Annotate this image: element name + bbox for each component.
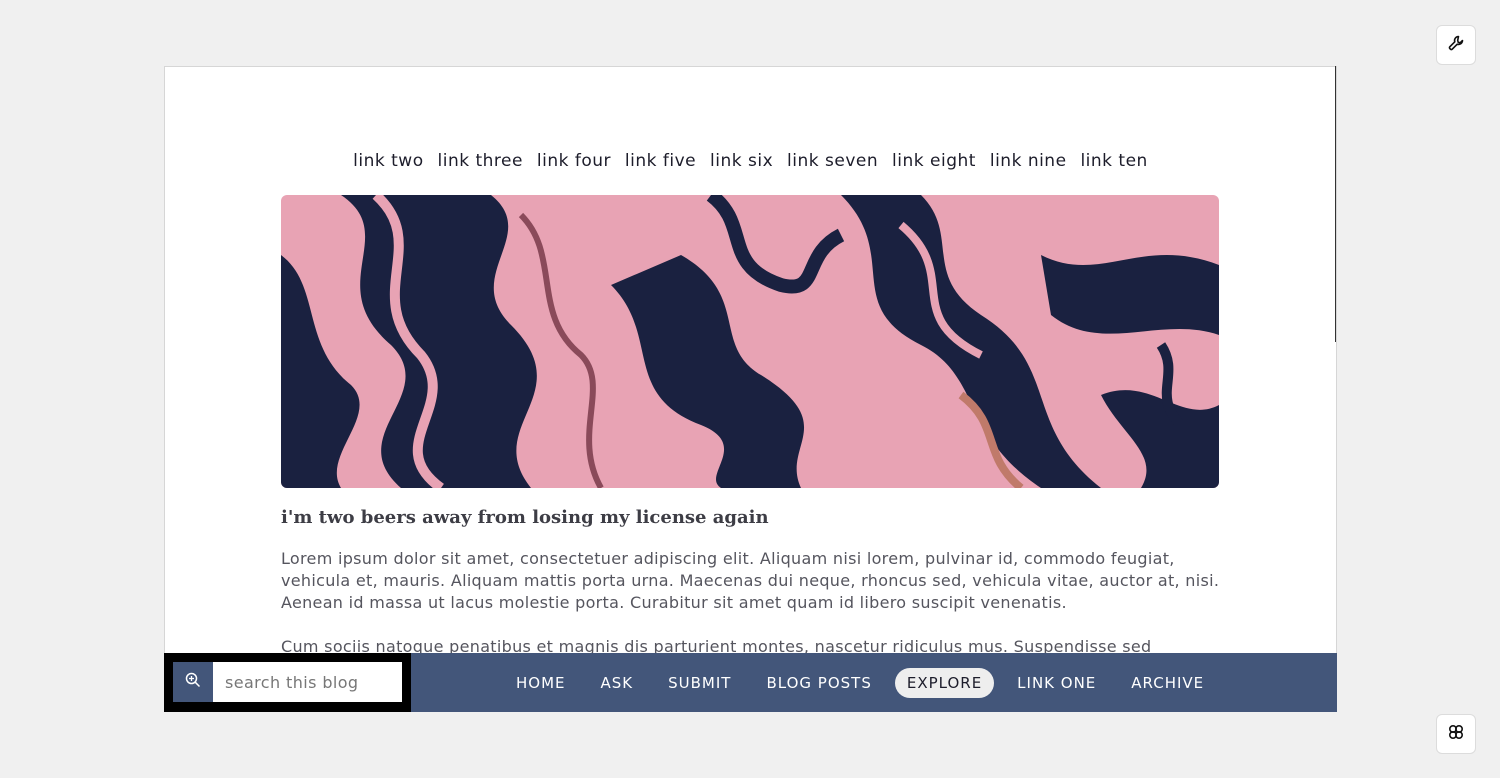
menu-item-archive[interactable]: ARCHIVE bbox=[1119, 668, 1216, 698]
menu-item-home[interactable]: HOME bbox=[504, 668, 578, 698]
menu-item-blog-posts[interactable]: BLOG POSTS bbox=[754, 668, 883, 698]
header-link-ten[interactable]: link ten bbox=[1080, 151, 1147, 171]
header-link-two[interactable]: link two bbox=[353, 151, 423, 171]
header-link-seven[interactable]: link seven bbox=[787, 151, 878, 171]
search-box bbox=[164, 653, 411, 712]
wrench-icon bbox=[1448, 35, 1464, 55]
menu-item-explore[interactable]: EXPLORE bbox=[894, 667, 995, 698]
post-title: i'm two beers away from losing my licens… bbox=[281, 507, 769, 528]
post-paragraph: Lorem ipsum dolor sit amet, consectetuer… bbox=[281, 549, 1220, 612]
blog-page: link two link three link four link five … bbox=[164, 66, 1337, 711]
customize-button[interactable] bbox=[1436, 25, 1476, 65]
theme-info-button[interactable] bbox=[1436, 714, 1476, 754]
header-link-eight[interactable]: link eight bbox=[892, 151, 976, 171]
zoom-in-icon bbox=[185, 672, 201, 692]
header-link-nine[interactable]: link nine bbox=[990, 151, 1067, 171]
menu-item-ask[interactable]: ASK bbox=[589, 668, 646, 698]
menu-item-link-one[interactable]: LINK ONE bbox=[1005, 668, 1108, 698]
search-input[interactable] bbox=[213, 662, 402, 702]
scrollbar[interactable] bbox=[1335, 66, 1336, 342]
menu-item-submit[interactable]: SUBMIT bbox=[656, 668, 743, 698]
header-link-six[interactable]: link six bbox=[710, 151, 773, 171]
main-menu: HOME ASK SUBMIT BLOG POSTS EXPLORE LINK … bbox=[504, 653, 1227, 712]
header-banner-image bbox=[281, 195, 1219, 488]
header-link-four[interactable]: link four bbox=[537, 151, 611, 171]
bottom-navbar: HOME ASK SUBMIT BLOG POSTS EXPLORE LINK … bbox=[164, 653, 1337, 712]
clover-icon bbox=[1447, 723, 1465, 745]
search-button[interactable] bbox=[173, 662, 213, 702]
header-link-five[interactable]: link five bbox=[625, 151, 696, 171]
header-links: link two link three link four link five … bbox=[165, 151, 1336, 171]
header-link-three[interactable]: link three bbox=[438, 151, 523, 171]
